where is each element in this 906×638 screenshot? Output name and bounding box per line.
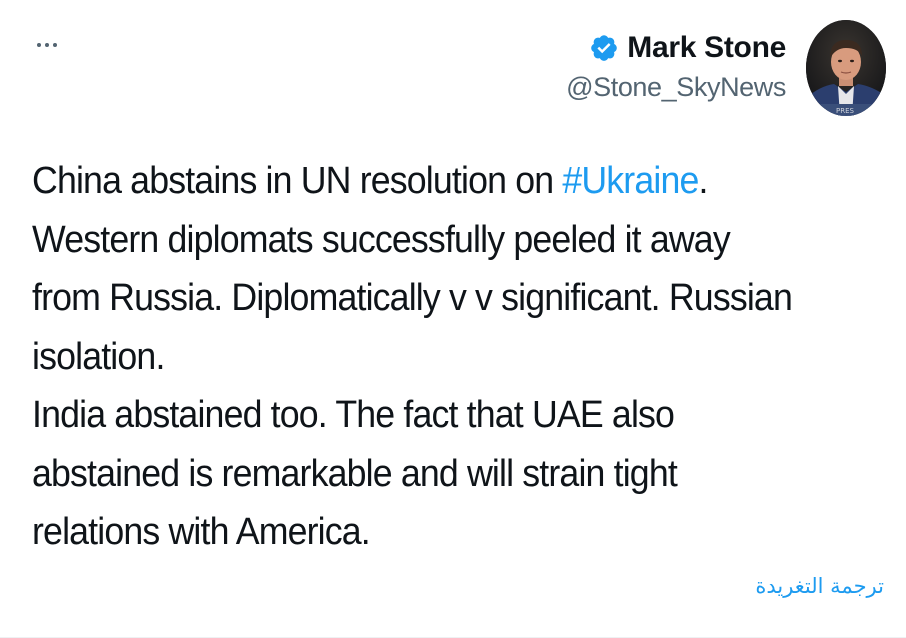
avatar[interactable]: PRES bbox=[806, 20, 886, 116]
tweet-line: India abstained too. The fact that UAE a… bbox=[32, 394, 675, 436]
tweet-line: isolation. bbox=[32, 335, 165, 378]
tweet-line: China abstains in UN resolution on #Ukra… bbox=[32, 152, 840, 211]
author-handle[interactable]: @Stone_SkyNews bbox=[566, 72, 786, 103]
tweet-text: China abstains in UN resolution on #Ukra… bbox=[32, 152, 840, 562]
tweet-line: abstained is remarkable and will strain … bbox=[32, 452, 678, 495]
tweet-text-segment: . bbox=[698, 160, 709, 202]
tweet-line: from Russia. Diplomatically v v signific… bbox=[32, 277, 793, 319]
verified-badge-icon bbox=[591, 35, 618, 61]
tweet-line: relations with America. bbox=[32, 511, 371, 553]
svg-text:PRES: PRES bbox=[836, 107, 855, 115]
tweet-card: Mark Stone @Stone_SkyNews PRES China abs… bbox=[0, 0, 906, 638]
avatar-image: PRES bbox=[806, 20, 886, 116]
tweet-line: Western diplomats successfully peeled it… bbox=[32, 218, 731, 261]
more-options-button[interactable] bbox=[30, 30, 64, 60]
author-display-name[interactable]: Mark Stone bbox=[627, 31, 786, 65]
translate-tweet-link[interactable]: ترجمة التغريدة bbox=[755, 574, 884, 598]
tweet-author[interactable]: Mark Stone @Stone_SkyNews bbox=[566, 28, 786, 103]
author-name-row: Mark Stone bbox=[566, 28, 786, 68]
more-horizontal-icon bbox=[37, 43, 57, 47]
hashtag-link[interactable]: #Ukraine bbox=[562, 160, 699, 202]
tweet-text-segment: China abstains in UN resolution on bbox=[32, 160, 563, 202]
